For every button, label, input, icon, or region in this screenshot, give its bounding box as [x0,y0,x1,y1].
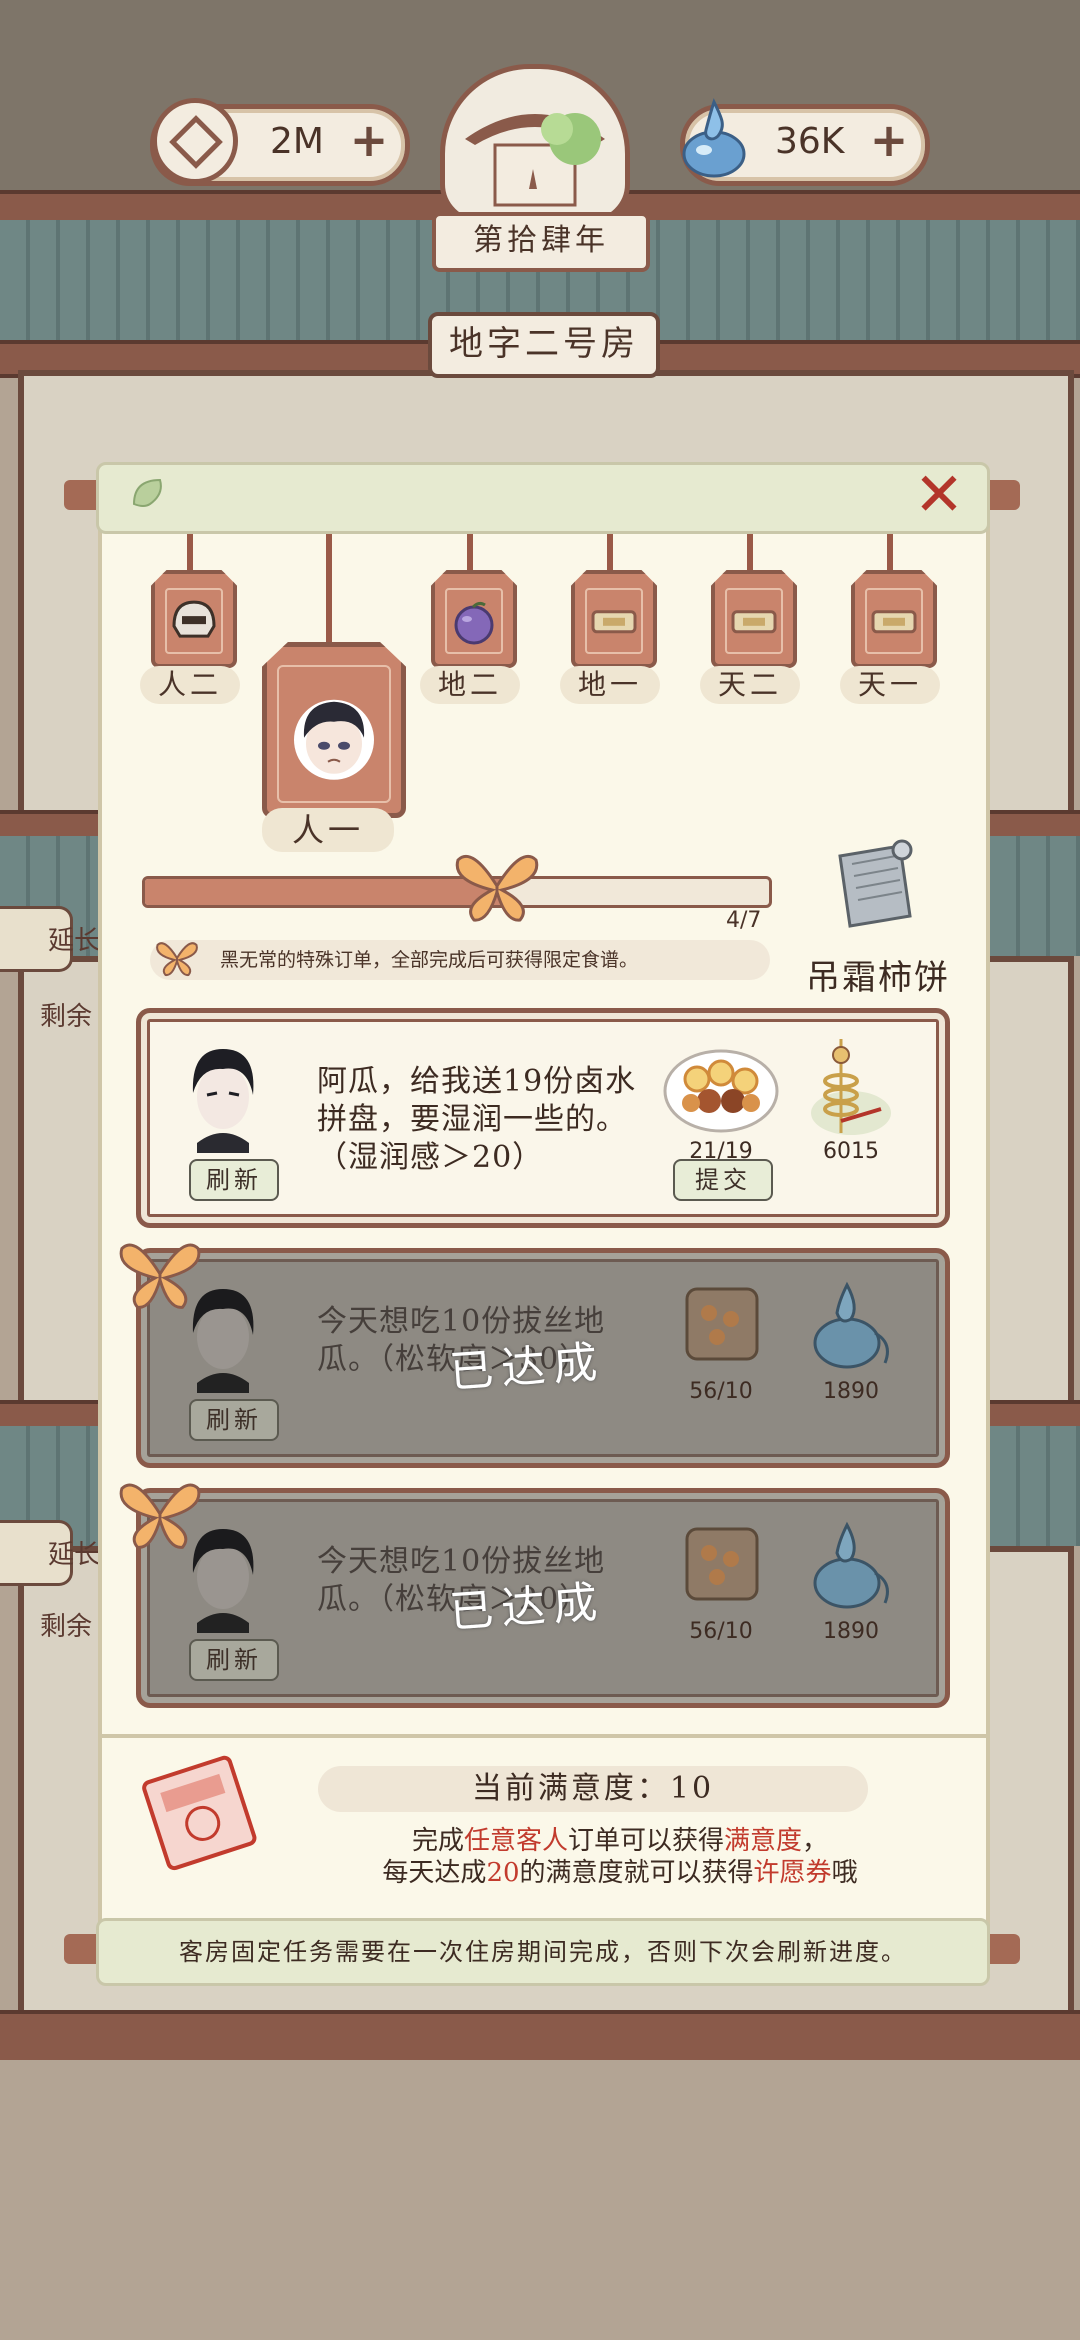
tag-cord [887,534,893,574]
remaining-time-label: 剩余 [40,1002,93,1032]
order-card-completed: 刷新 今天想吃10份拔丝地瓜。（松软度＞30） 56/10 1890 已达成 [136,1248,950,1468]
locked-icon [871,610,917,634]
section-divider [98,1734,986,1738]
satisfaction-rule-line-2: 每天达成20的满意度就可以获得许愿券哦 [300,1852,940,1889]
helmet-icon [172,600,216,638]
modal-header-scroll [96,462,990,534]
add-water-button[interactable]: + [867,117,911,163]
special-order-hint: 黑无常的特殊订单，全部完成后可获得限定食谱。 [150,940,770,980]
submit-order-button[interactable]: 提交 [673,1159,773,1201]
order-modal [98,488,990,1970]
coin-amount: 2M [270,121,324,162]
tab-label: 天一 [840,666,940,704]
water-drop-icon [813,1521,889,1609]
coin-icon [152,98,238,184]
tab-label: 地二 [420,666,520,704]
tab-tian-yi[interactable] [851,570,937,668]
refresh-order-button[interactable]: 刷新 [189,1399,279,1441]
progress-fill [145,879,502,905]
order-card: 刷新 阿瓜，给我送19份卤水拼盘，要湿润一些的。（湿润感＞20） 21/19 6… [136,1008,950,1228]
room-name-label: 地字二号房 [428,312,660,378]
order-card-completed: 刷新 今天想吃10份拔丝地瓜。（松软度＞20） 56/10 1890 已达成 [136,1488,950,1708]
customer-portrait-icon [192,1049,254,1153]
water-drop-icon [682,98,746,178]
tab-label: 人二 [140,666,240,704]
rule-highlight: 20 [486,1858,520,1888]
character-portrait-icon [294,699,374,780]
tag-cord [187,534,193,574]
recipe-scroll-icon [838,839,913,928]
recipe-reward-name: 吊霜柿饼 [806,958,950,998]
tab-ren-er[interactable] [151,570,237,668]
rule-text: 的满意度就可以获得 [519,1858,754,1888]
wish-ticket-icon [142,1755,257,1871]
reward-count: 6015 [823,1139,879,1164]
satisfaction-title: 当前满意度：10 [318,1766,868,1812]
refresh-order-button[interactable]: 刷新 [189,1639,279,1681]
butterfly-progress-marker-icon [455,854,539,922]
refresh-order-button[interactable]: 刷新 [189,1159,279,1201]
coin-string-icon [811,1039,891,1135]
reward-count: 1890 [823,1619,879,1644]
tag-cord [326,534,332,644]
tag-cord [747,534,753,574]
water-drop-icon [813,1281,889,1369]
pavilion-emblem [440,64,630,224]
close-button[interactable]: ✕ [910,465,968,525]
rule-text: 每天达成 [382,1858,487,1888]
order-completed-label: 已达成 [447,1336,607,1399]
braised-platter-dish-icon [663,1049,779,1133]
candied-sweet-potato-dish-icon [685,1287,759,1361]
tab-di-er[interactable] [431,570,517,668]
add-coins-button[interactable]: + [347,117,391,163]
tab-label: 人一 [262,808,394,852]
candied-sweet-potato-dish-icon [685,1527,759,1601]
background-floor [0,2060,1080,2340]
tab-ren-yi-selected[interactable] [262,642,406,818]
extend-stay-label: 延长 [48,1540,101,1570]
rule-text: 哦 [831,1858,858,1888]
room-task-footer-note: 客房固定任务需要在一次住房期间完成，否则下次会刷新进度。 [96,1918,990,1986]
purple-fruit-icon [454,601,494,645]
butterfly-icon [119,1243,201,1309]
year-label: 第拾肆年 [432,212,650,272]
butterfly-icon [156,942,198,977]
rule-highlight: 许愿券 [753,1858,832,1888]
extend-stay-label: 延长 [48,926,101,956]
progress-text: 4/7 [726,908,762,933]
tab-label: 天二 [700,666,800,704]
tab-di-yi[interactable] [571,570,657,668]
tab-label: 地一 [560,666,660,704]
tab-tian-er[interactable] [711,570,797,668]
butterfly-icon [119,1483,201,1549]
water-amount: 36K [775,121,845,162]
tag-cord [467,534,473,574]
order-completed-label: 已达成 [447,1576,607,1639]
reward-count: 1890 [823,1379,879,1404]
dish-count: 56/10 [689,1379,753,1404]
tag-cord [607,534,613,574]
locked-icon [731,610,777,634]
remaining-time-label: 剩余 [40,1612,93,1642]
order-text: 阿瓜，给我送19份卤水拼盘，要湿润一些的。（湿润感＞20） [317,1064,637,1175]
locked-icon [591,610,637,634]
dish-count: 56/10 [689,1619,753,1644]
ginkgo-leaf-icon [132,478,162,507]
